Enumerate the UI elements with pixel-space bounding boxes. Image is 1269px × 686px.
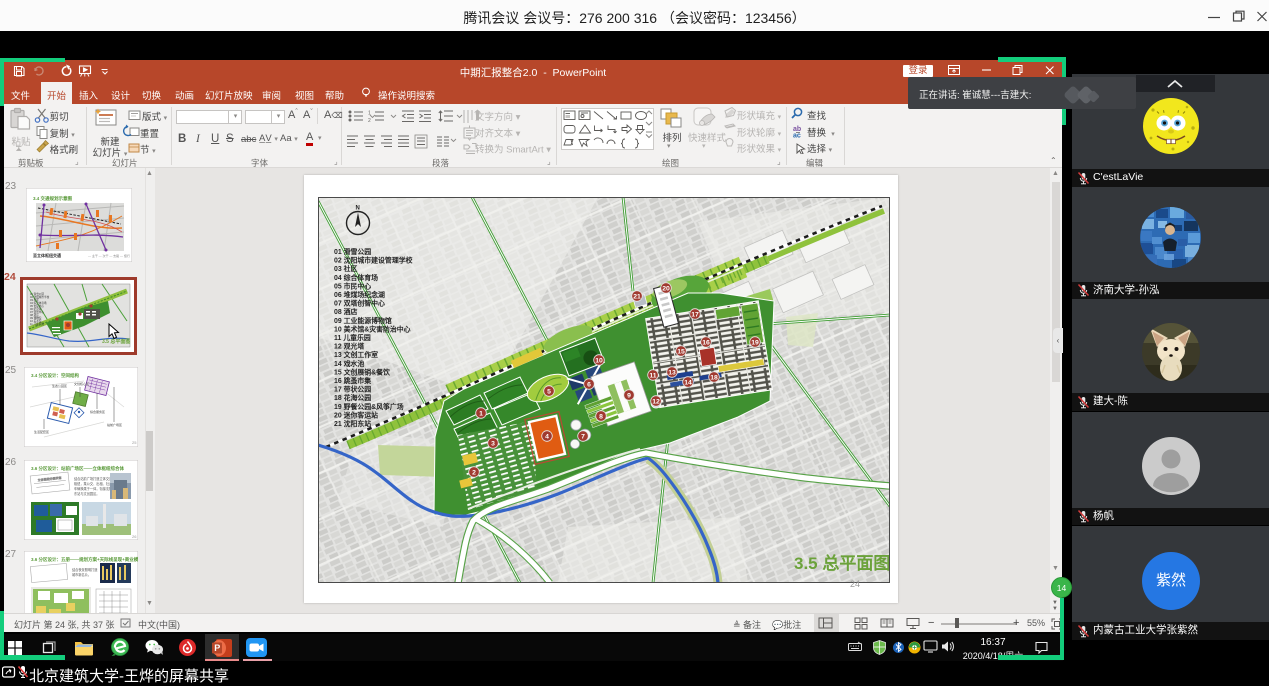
- svg-text:3.6 分区设计：站前广场区——立体枢纽综合体: 3.6 分区设计：站前广场区——立体枢纽综合体: [31, 465, 125, 472]
- svg-text:20: 20: [662, 285, 670, 292]
- svg-text:12 观光塔: 12 观光塔: [334, 342, 364, 351]
- svg-text:21 沈阳东站: 21 沈阳东站: [334, 419, 371, 428]
- svg-text:09 工业能源博物馆: 09 工业能源博物馆: [334, 316, 392, 325]
- svg-text:3.6 分区设计：五册——规划方案+天际线呈现+商业模式: 3.6 分区设计：五册——规划方案+天际线呈现+商业模式: [31, 556, 138, 563]
- svg-text:17 带状公园: 17 带状公园: [334, 385, 371, 394]
- svg-text:02 沈阳城市建设管理学校: 02 沈阳城市建设管理学校: [334, 256, 413, 265]
- svg-text:20 迷你客运站: 20 迷你客运站: [334, 410, 378, 419]
- svg-text:05 市民中心: 05 市民中心: [334, 281, 371, 290]
- svg-text:7: 7: [581, 433, 585, 440]
- svg-text:4: 4: [545, 433, 549, 440]
- svg-text:车辆换乘于一体，衔接沈阳: 车辆换乘于一体，衔接沈阳: [74, 486, 112, 491]
- svg-text:10: 10: [595, 357, 603, 364]
- svg-text:21: 21: [633, 293, 641, 300]
- svg-text:19 野餐公园&风筝广场: 19 野餐公园&风筝广场: [334, 402, 404, 411]
- svg-text:25: 25: [132, 440, 137, 445]
- svg-text:站前广场区: 站前广场区: [107, 422, 122, 427]
- svg-text:生活配套区: 生活配套区: [34, 429, 49, 434]
- svg-text:2: 2: [368, 118, 371, 124]
- svg-text:01 滑雪公园: 01 滑雪公园: [334, 247, 371, 256]
- svg-text:3.4 交通规划示意图: 3.4 交通规划示意图: [33, 195, 73, 202]
- svg-text:15 文创展销&餐饮: 15 文创展销&餐饮: [334, 367, 390, 376]
- svg-text:15: 15: [677, 348, 685, 355]
- svg-text:07 双塔创智中心: 07 双塔创智中心: [334, 299, 385, 308]
- svg-text:14 戏水池: 14 戏水池: [334, 359, 364, 368]
- svg-text:3.5 总平面图: 3.5 总平面图: [794, 553, 890, 573]
- svg-text:结合站前广场打造立体交通: 结合站前广场打造立体交通: [74, 476, 113, 481]
- svg-text:城市新名片。: 城市新名片。: [72, 572, 91, 577]
- svg-text:18 花海公园: 18 花海公园: [334, 393, 371, 402]
- svg-text:ac: ac: [793, 133, 801, 140]
- svg-text:12: 12: [652, 398, 660, 405]
- svg-text:11 儿童乐园: 11 儿童乐园: [334, 333, 371, 342]
- svg-text:06 堆煤场纪念湖: 06 堆煤场纪念湖: [334, 290, 385, 299]
- svg-text:19: 19: [751, 339, 759, 346]
- svg-text:04 综合体育场: 04 综合体育场: [334, 273, 378, 282]
- svg-text:枢纽，集公交、出租、社会: 枢纽，集公交、出租、社会: [74, 481, 113, 486]
- svg-text:26: 26: [132, 534, 137, 539]
- svg-text:10 美术馆&灾害防治中心: 10 美术馆&灾害防治中心: [334, 324, 411, 333]
- svg-text:N: N: [356, 206, 360, 212]
- svg-text:东站与文创园区。: 东站与文创园区。: [74, 491, 100, 496]
- svg-text:13: 13: [668, 369, 676, 376]
- svg-text:6: 6: [587, 381, 591, 388]
- svg-text:文创核心区: 文创核心区: [74, 381, 89, 386]
- svg-text:1: 1: [368, 111, 371, 117]
- svg-text:11: 11: [649, 372, 656, 379]
- svg-text:转换为 SmartArt ▾: 转换为 SmartArt ▾: [475, 144, 551, 156]
- svg-text:综合服务区: 综合服务区: [90, 409, 105, 414]
- svg-text:P: P: [214, 643, 220, 653]
- svg-text:13 文创工作室: 13 文创工作室: [334, 350, 378, 359]
- svg-text:17: 17: [691, 311, 699, 318]
- svg-text:2: 2: [472, 469, 476, 476]
- svg-text:— 主干 — 次干 — 支路 — 慢行: — 主干 — 次干 — 支路 — 慢行: [88, 253, 130, 258]
- svg-text:生态公园区: 生态公园区: [52, 383, 67, 388]
- svg-text:11 儿童乐园: 11 儿童乐园: [30, 322, 44, 326]
- svg-text:08 酒店: 08 酒店: [334, 307, 357, 316]
- svg-text:16: 16: [702, 339, 710, 346]
- svg-text:至立体枢纽交通: 至立体枢纽交通: [33, 252, 61, 258]
- svg-text:18: 18: [710, 374, 718, 381]
- svg-text:16 跳蚤市集: 16 跳蚤市集: [334, 376, 371, 385]
- svg-text:14: 14: [684, 379, 692, 386]
- svg-text:3.4 分区设计：空间结构: 3.4 分区设计：空间结构: [31, 372, 80, 379]
- svg-text:结合夜景照明打造: 结合夜景照明打造: [72, 567, 98, 572]
- svg-text:3: 3: [491, 440, 495, 447]
- svg-text:03 社区: 03 社区: [334, 264, 357, 273]
- svg-text:8: 8: [599, 413, 603, 420]
- svg-text:9: 9: [627, 392, 631, 399]
- svg-text:1: 1: [479, 410, 483, 417]
- svg-text:对齐文本 ▾: 对齐文本 ▾: [475, 128, 521, 140]
- svg-text:文字方向 ▾: 文字方向 ▾: [475, 111, 521, 123]
- svg-text:5: 5: [547, 388, 551, 395]
